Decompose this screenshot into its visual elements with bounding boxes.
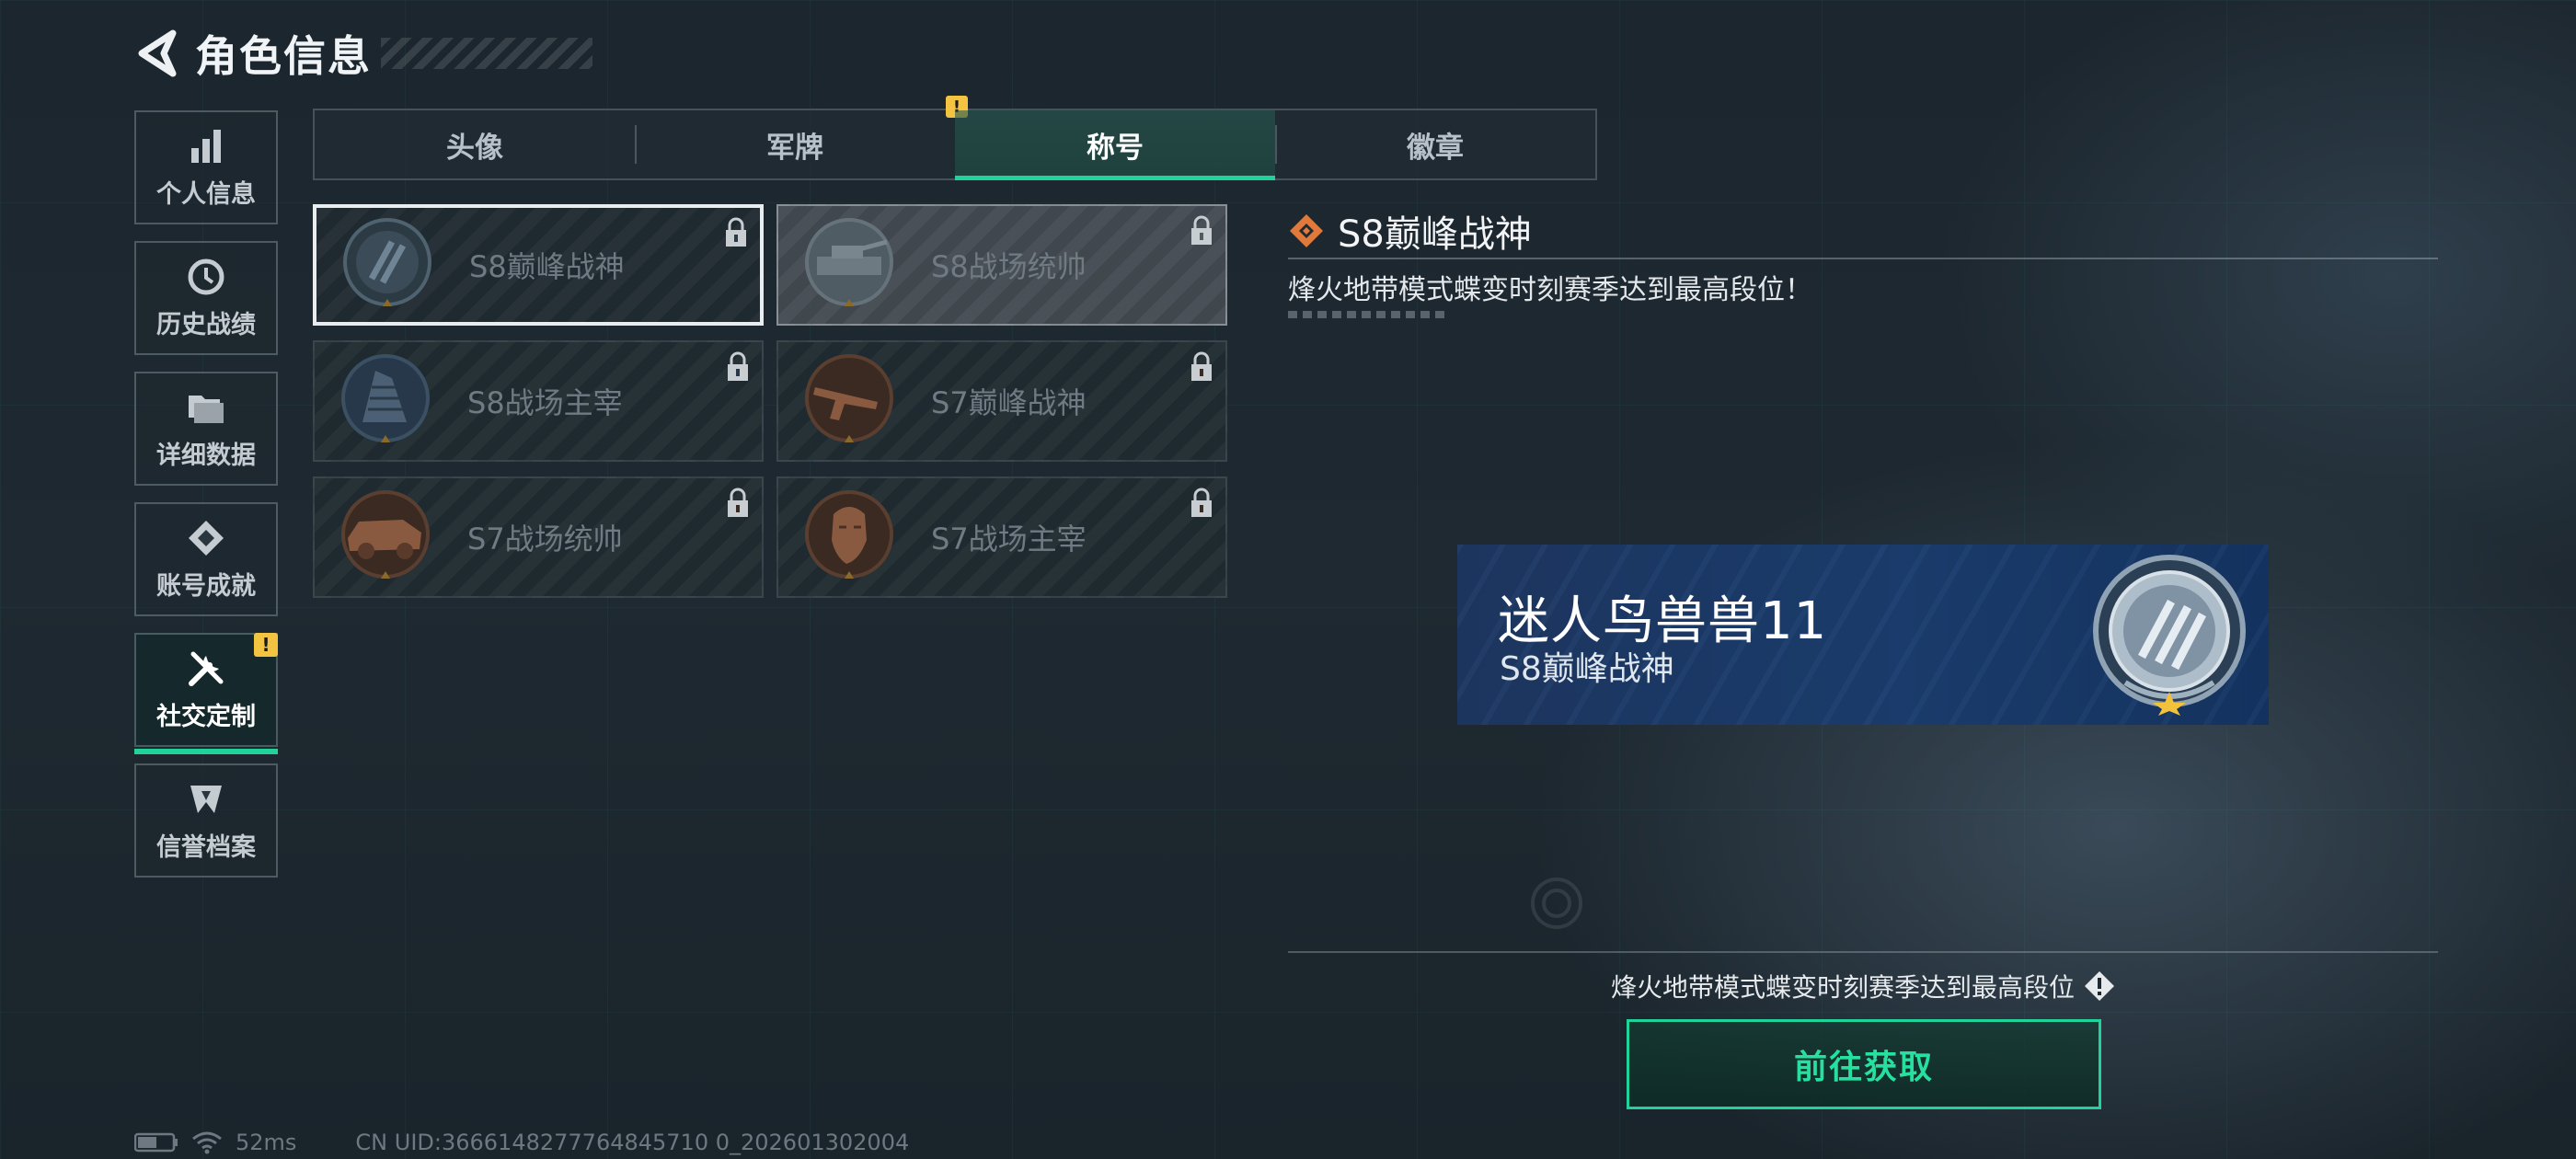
go-obtain-label: 前往获取 xyxy=(1793,1049,1934,1086)
title-card-name: S7战场统帅 xyxy=(467,522,623,557)
sidebar-item-detail-data[interactable]: 详细数据 xyxy=(134,372,278,486)
divider xyxy=(1288,951,2438,953)
sidebar-item-achievement[interactable]: 账号成就 xyxy=(134,502,278,616)
uid-text: CN UID:3666148277764845710 0_20260130200… xyxy=(355,1130,910,1155)
tab-bar: 头像 军牌 ! 称号 徽章 xyxy=(313,96,1597,180)
tab-label: 称号 xyxy=(1087,131,1144,165)
achievement-icon xyxy=(186,518,226,558)
title-preview-banner: 迷人鸟兽兽11 S8巅峰战神 xyxy=(1457,545,2269,725)
credit-icon xyxy=(186,779,226,820)
title-card[interactable]: S8战场统帅 xyxy=(776,204,1227,326)
title-card-name: S8战场统帅 xyxy=(931,249,1087,284)
title-card-name: S8巅峰战神 xyxy=(469,249,625,284)
diamond-icon xyxy=(1290,214,1323,247)
wifi-icon xyxy=(192,1131,222,1154)
tab-title[interactable]: 称号 xyxy=(955,110,1275,180)
detail-header: S8巅峰战神 xyxy=(1288,204,1532,258)
building-emblem xyxy=(341,354,430,442)
sidebar-item-label: 信誉档案 xyxy=(156,832,256,862)
sidebar-item-label: 历史战绩 xyxy=(156,310,256,339)
sidebar-item-social-custom[interactable]: ! 社交定制 xyxy=(134,633,278,754)
back-arrow-icon[interactable] xyxy=(136,29,178,77)
title-decoration xyxy=(381,38,592,69)
status-bar: 52ms CN UID:3666148277764845710 0_202601… xyxy=(134,1130,909,1155)
tab-dogtag[interactable]: 军牌 ! xyxy=(635,96,968,178)
lock-icon xyxy=(1191,488,1212,517)
sidebar-item-label: 详细数据 xyxy=(156,441,256,470)
divider xyxy=(1288,258,2438,259)
tab-badge[interactable]: 徽章 xyxy=(1275,110,1595,178)
title-card[interactable]: S7战场主宰 xyxy=(776,476,1227,598)
notice-badge: ! xyxy=(254,633,278,657)
preview-title: S8巅峰战神 xyxy=(1500,650,1674,688)
tab-avatar[interactable]: 头像 xyxy=(315,110,635,178)
detail-title: S8巅峰战神 xyxy=(1338,213,1532,256)
title-card-name: S7巅峰战神 xyxy=(931,385,1087,420)
sidebar-item-personal-info[interactable]: 个人信息 xyxy=(134,110,278,224)
title-card[interactable]: S8战场主宰 xyxy=(313,340,764,462)
bar-chart-icon xyxy=(186,126,226,166)
folder-icon xyxy=(186,387,226,428)
latency-text: 52ms xyxy=(236,1130,297,1155)
decorative-dashes xyxy=(1288,311,1449,318)
tab-label: 军牌 xyxy=(766,131,823,165)
info-icon[interactable] xyxy=(2084,970,2115,1002)
gun-emblem xyxy=(805,354,893,442)
tank-emblem xyxy=(805,218,893,306)
unlock-condition: 烽火地带模式蝶变时刻赛季达到最高段位 xyxy=(1288,968,2438,1004)
sidebar-item-label: 社交定制 xyxy=(156,702,256,731)
tab-label: 徽章 xyxy=(1407,131,1464,165)
page-header: 角色信息 xyxy=(136,26,592,81)
detail-description: 烽火地带模式蝶变时刻赛季达到最高段位！ xyxy=(1288,274,1812,306)
decorative-ring-icon xyxy=(1531,878,1582,929)
tab-label: 头像 xyxy=(446,131,503,165)
sidebar-item-label: 个人信息 xyxy=(156,179,256,209)
lock-icon xyxy=(1191,351,1212,381)
lock-icon xyxy=(728,488,748,517)
sidebar-item-history[interactable]: 历史战绩 xyxy=(134,241,278,355)
sidebar-item-credit[interactable]: 信誉档案 xyxy=(134,763,278,878)
soldier-emblem xyxy=(805,490,893,579)
sidebar: 个人信息 历史战绩 详细数据 账号成就 ! 社交定制 信誉档案 xyxy=(134,110,282,894)
vehicle-emblem xyxy=(341,490,430,579)
page-title: 角色信息 xyxy=(195,31,372,81)
title-card[interactable]: S7巅峰战神 xyxy=(776,340,1227,462)
tools-icon xyxy=(186,648,226,689)
s8-peak-emblem xyxy=(2093,555,2246,716)
lock-icon xyxy=(728,351,748,381)
lock-icon xyxy=(726,217,746,247)
title-card[interactable]: S8巅峰战神 xyxy=(313,204,764,326)
title-card-name: S8战场主宰 xyxy=(467,385,623,420)
condition-text: 烽火地带模式蝶变时刻赛季达到最高段位 xyxy=(1610,972,2075,1003)
battery-icon xyxy=(134,1132,178,1153)
go-obtain-button[interactable]: 前往获取 xyxy=(1627,1019,2101,1109)
s8-peak-emblem xyxy=(343,218,431,306)
title-card[interactable]: S7战场统帅 xyxy=(313,476,764,598)
lock-icon xyxy=(1191,215,1212,245)
history-icon xyxy=(186,257,226,297)
title-card-name: S7战场主宰 xyxy=(931,522,1087,557)
sidebar-item-label: 账号成就 xyxy=(156,571,256,601)
